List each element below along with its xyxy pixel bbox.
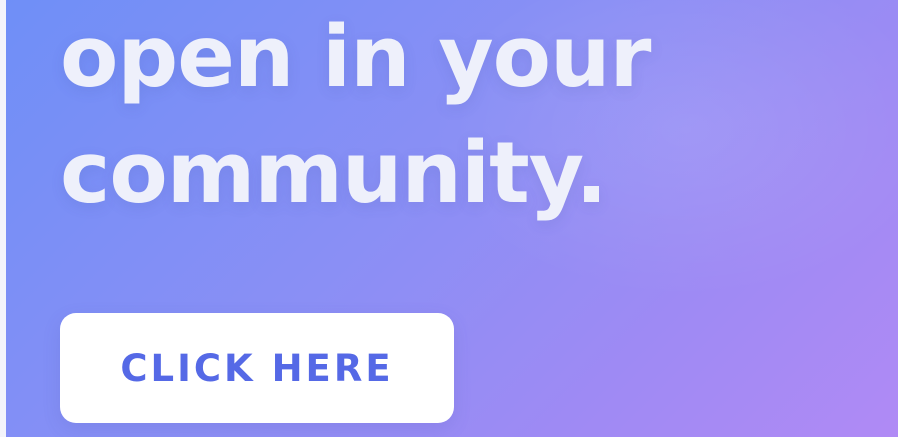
hero-headline: open in your community.: [60, 0, 860, 232]
headline-line-open-in-your: open in your: [60, 8, 651, 107]
click-here-button[interactable]: CLICK HERE: [60, 313, 454, 423]
click-here-button-label: CLICK HERE: [120, 346, 394, 390]
page-canvas: open in your community. CLICK HERE: [0, 0, 898, 437]
hero-banner: open in your community. CLICK HERE: [6, 0, 898, 437]
headline-line-community: community.: [60, 124, 608, 223]
